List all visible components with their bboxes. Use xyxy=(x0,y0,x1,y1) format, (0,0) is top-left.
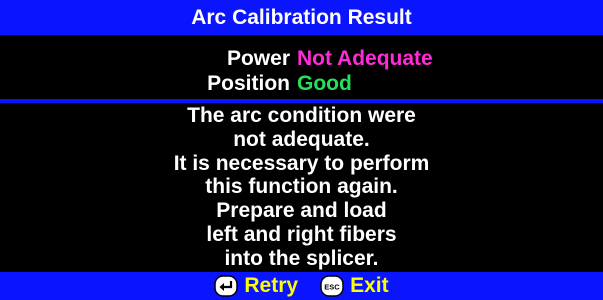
enter-key-icon xyxy=(214,275,239,297)
message-line: The arc condition were xyxy=(187,104,416,127)
retry-label: Retry xyxy=(244,274,299,297)
power-status-value: Not Adequate xyxy=(297,47,433,70)
power-label: Power xyxy=(226,47,290,70)
message-line: into the splicer. xyxy=(224,246,379,270)
calibration-results: Power Not Adequate Position Good xyxy=(0,35,603,99)
section-divider xyxy=(0,99,603,103)
dialog-title-bar: Arc Calibration Result xyxy=(0,0,603,35)
esc-key-icon: ESC xyxy=(320,275,344,297)
position-label: Position xyxy=(207,72,290,95)
message-line: Prepare and load xyxy=(216,199,387,223)
exit-label: Exit xyxy=(350,274,389,297)
exit-button[interactable]: ESC Exit xyxy=(320,274,389,298)
esc-key-glyph: ESC xyxy=(324,283,340,292)
dialog-title: Arc Calibration Result xyxy=(191,5,412,29)
instruction-message: The arc condition were not adequate. It … xyxy=(0,104,603,272)
message-line: left and right fibers xyxy=(206,222,397,246)
message-line: this function again. xyxy=(205,175,398,199)
position-status-value: Good xyxy=(297,72,352,95)
soft-key-bar: Retry ESC Exit xyxy=(0,272,603,300)
power-result-row: Power Not Adequate xyxy=(0,45,603,73)
position-result-row: Position Good xyxy=(0,70,603,98)
message-line: It is necessary to perform xyxy=(173,151,430,175)
message-line: not adequate. xyxy=(233,127,370,151)
retry-button[interactable]: Retry xyxy=(214,274,298,298)
